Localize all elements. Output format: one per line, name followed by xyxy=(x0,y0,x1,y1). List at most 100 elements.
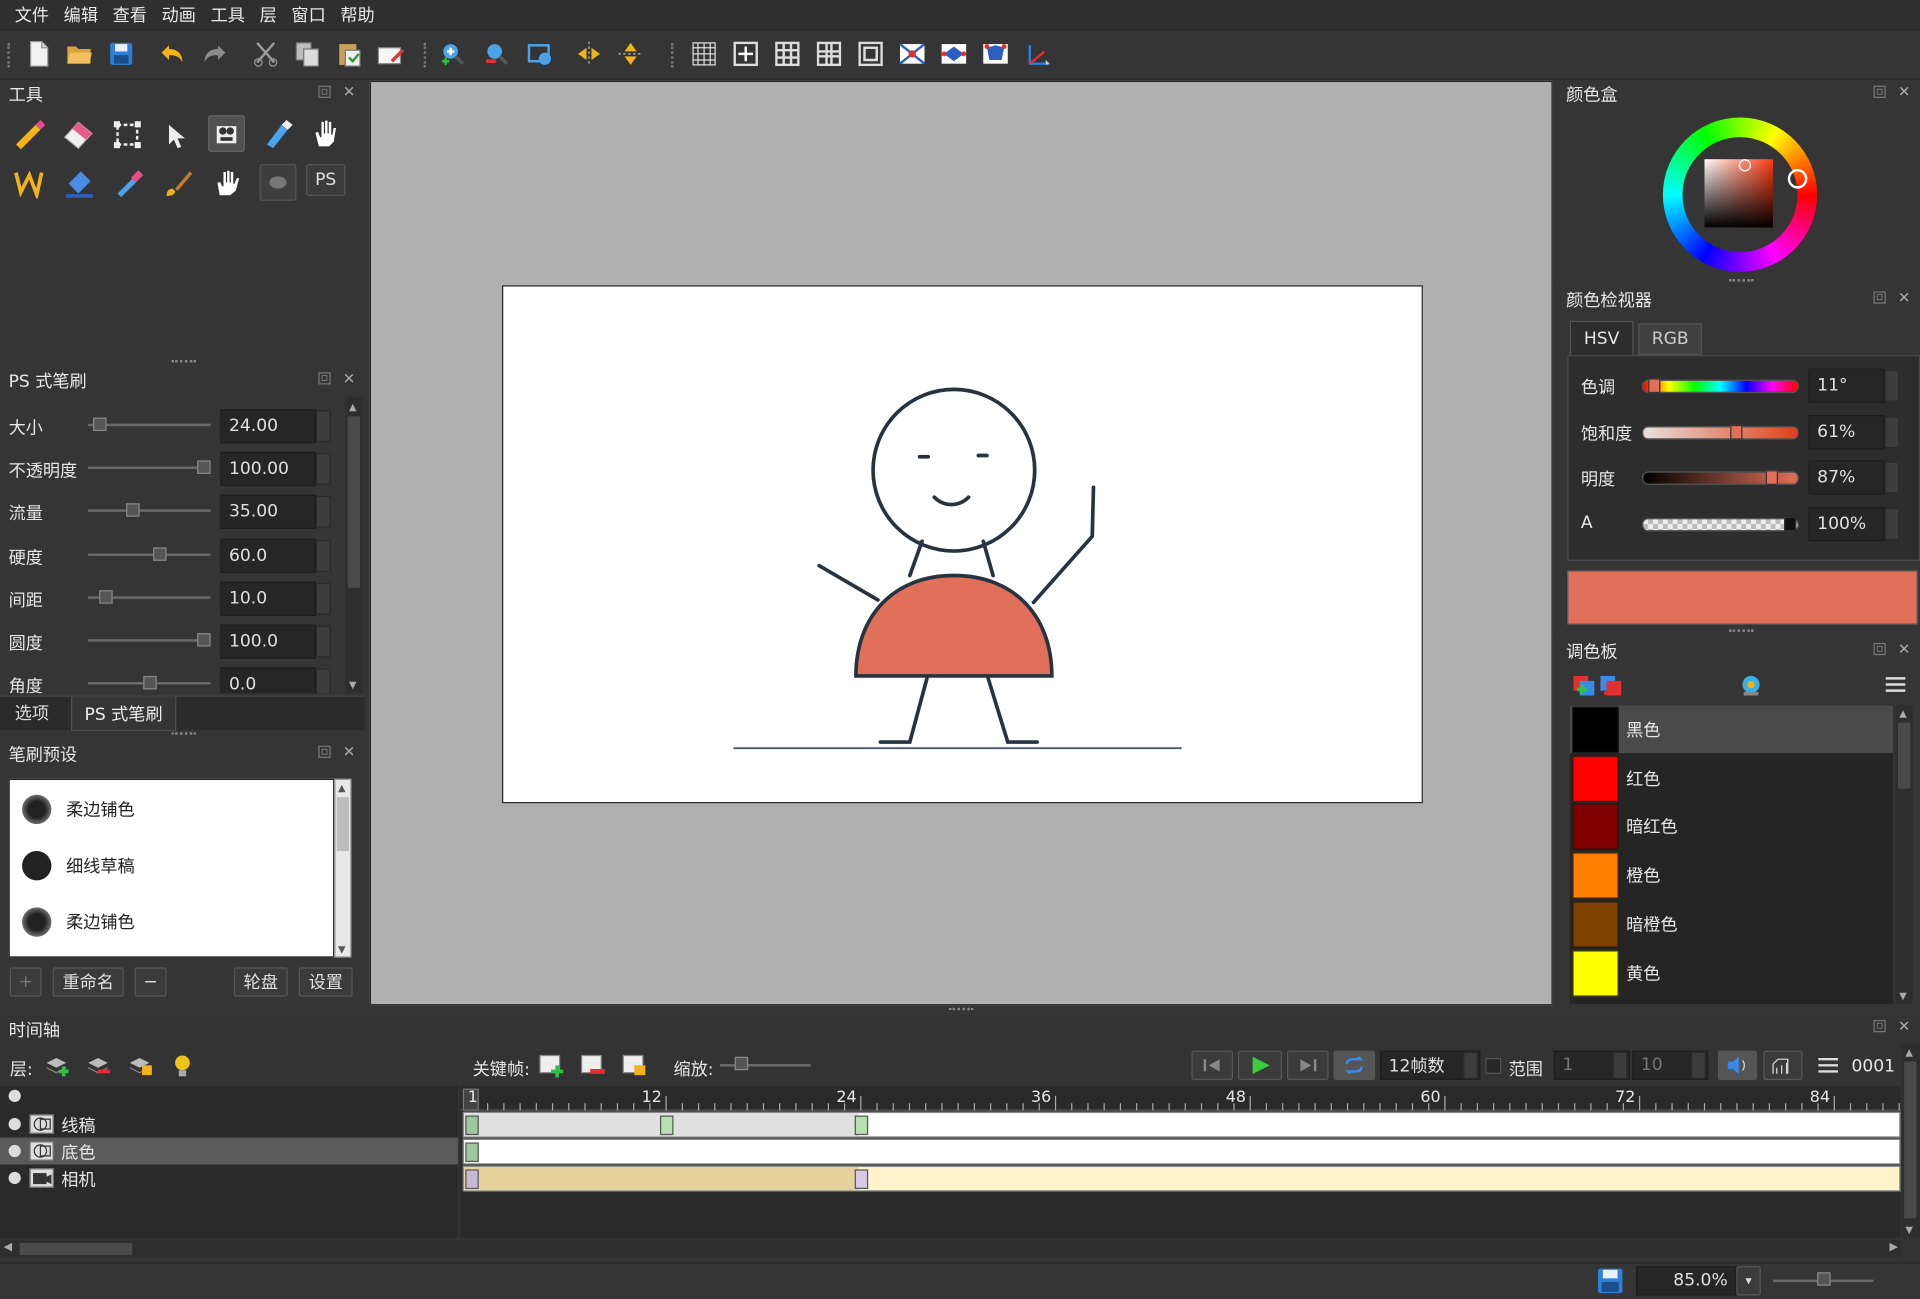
hue-wheel[interactable] xyxy=(1662,117,1818,272)
brush-param-knob[interactable] xyxy=(99,589,113,604)
move-tool-icon[interactable] xyxy=(164,122,188,154)
close-icon[interactable]: ✕ xyxy=(1898,642,1910,657)
swatch-item[interactable]: 暗橙色 xyxy=(1570,900,1893,948)
float-icon[interactable]: ▫ xyxy=(1873,85,1886,98)
layer-row-selected[interactable]: 底色 xyxy=(0,1137,458,1165)
swatch-item[interactable]: 黄色 xyxy=(1570,948,1893,997)
brush-param-knob[interactable] xyxy=(197,633,211,647)
menu-animation[interactable]: 动画 xyxy=(154,2,203,26)
hand-tool-icon[interactable] xyxy=(311,118,340,155)
menu-window[interactable]: 窗口 xyxy=(284,2,333,26)
hsv-spin-icon[interactable] xyxy=(1884,508,1900,541)
remove-preset-button[interactable]: − xyxy=(134,967,167,997)
timeline-zoom-knob[interactable] xyxy=(734,1056,749,1071)
panel-resize-handle[interactable] xyxy=(171,360,196,365)
add-preset-button[interactable]: + xyxy=(9,967,42,997)
visibility-icon[interactable] xyxy=(8,1171,21,1185)
brush-param-input[interactable]: 60.0 xyxy=(220,538,316,573)
perspective-two-point-icon[interactable] xyxy=(938,38,970,70)
toolbar-grip[interactable] xyxy=(7,42,12,68)
polyline-tool-icon[interactable] xyxy=(12,167,44,204)
float-icon[interactable]: ▫ xyxy=(318,372,331,385)
brush-param-knob[interactable] xyxy=(126,503,140,518)
play-button[interactable] xyxy=(1237,1050,1283,1081)
brush-param-knob[interactable] xyxy=(93,417,108,432)
hsv-spin-icon[interactable] xyxy=(1884,369,1900,402)
thirds-guide-icon[interactable] xyxy=(771,38,803,70)
preset-item[interactable]: 柔边铺色 xyxy=(22,794,135,825)
brush-param-input[interactable]: 24.00 xyxy=(220,408,316,444)
menu-edit[interactable]: 编辑 xyxy=(56,2,105,26)
fit-view-icon[interactable] xyxy=(524,38,556,70)
select-tool-icon[interactable] xyxy=(113,120,142,154)
safe-area-icon[interactable] xyxy=(855,38,887,70)
timeline-zoom-slider[interactable] xyxy=(720,1064,811,1067)
wheel-button[interactable]: 轮盘 xyxy=(233,967,288,997)
swatch-item[interactable]: 红色 xyxy=(1570,754,1893,802)
keyframe[interactable] xyxy=(465,1142,479,1163)
menu-view[interactable]: 查看 xyxy=(105,2,154,26)
brush-param-slider[interactable] xyxy=(88,639,211,642)
visibility-icon[interactable] xyxy=(8,1144,21,1158)
hsv-slider[interactable] xyxy=(1642,379,1799,394)
eraser-tool-icon[interactable] xyxy=(61,118,95,155)
close-icon[interactable]: ✕ xyxy=(1898,290,1910,305)
grid-icon[interactable] xyxy=(688,38,720,70)
brush-param-input[interactable]: 100.0 xyxy=(220,624,316,659)
dock-resize-handle[interactable] xyxy=(948,1007,974,1013)
brush-param-input[interactable]: 0.0 xyxy=(220,667,316,694)
duplicate-keyframe-icon[interactable] xyxy=(622,1053,649,1082)
golden-guide-icon[interactable] xyxy=(813,38,845,70)
zoom-out-icon[interactable] xyxy=(480,38,512,70)
add-color-icon[interactable] xyxy=(1572,675,1596,702)
keyframe[interactable] xyxy=(465,1115,479,1136)
redo-icon[interactable] xyxy=(198,38,230,70)
drawing-canvas[interactable] xyxy=(502,285,1423,804)
copy-icon[interactable] xyxy=(291,38,323,70)
flip-horizontal-icon[interactable] xyxy=(573,38,605,70)
menu-tools[interactable]: 工具 xyxy=(203,2,252,26)
tab-rgb[interactable]: RGB xyxy=(1638,323,1703,356)
remove-color-icon[interactable] xyxy=(1599,675,1623,702)
panel-resize-handle[interactable] xyxy=(171,732,196,737)
range-checkbox[interactable] xyxy=(1485,1057,1502,1074)
toolbar-grip[interactable] xyxy=(423,42,429,68)
layer-row[interactable]: 线稿 xyxy=(0,1111,458,1138)
perspective-three-point-icon[interactable] xyxy=(980,38,1012,70)
add-keyframe-icon[interactable] xyxy=(539,1053,566,1082)
hsv-slider-knob[interactable] xyxy=(1765,470,1779,486)
close-icon[interactable]: ✕ xyxy=(343,84,355,99)
brush-param-input[interactable]: 35.00 xyxy=(220,495,316,530)
float-icon[interactable]: ▫ xyxy=(1873,642,1886,656)
keyframe[interactable] xyxy=(854,1169,869,1189)
color-picker-wheel-icon[interactable] xyxy=(1739,675,1763,702)
track-basecolor[interactable] xyxy=(462,1138,1901,1165)
swatch-item[interactable]: 黑色 xyxy=(1569,705,1894,754)
hsv-input[interactable]: 11° xyxy=(1808,368,1885,403)
palette-scrollbar[interactable]: ▲ ▼ xyxy=(1895,705,1913,1005)
tab-ps-brush[interactable]: PS 式笔刷 xyxy=(71,696,177,732)
hsv-slider-knob[interactable] xyxy=(1648,378,1661,394)
hsv-slider-knob[interactable] xyxy=(1784,516,1797,532)
range-start-spin-icon[interactable] xyxy=(1612,1051,1628,1079)
hsv-input[interactable]: 87% xyxy=(1808,460,1885,496)
ps-brush-button[interactable]: PS xyxy=(306,164,346,196)
perspective-one-point-icon[interactable] xyxy=(896,38,928,70)
timeline-settings-icon[interactable] xyxy=(1817,1057,1839,1079)
brush-param-spin-icon[interactable] xyxy=(315,453,331,486)
sound-button[interactable] xyxy=(1717,1050,1758,1081)
brush-param-slider[interactable] xyxy=(88,552,211,556)
float-icon[interactable]: ▫ xyxy=(1873,291,1886,304)
toolbar-grip[interactable] xyxy=(671,42,676,68)
float-icon[interactable]: ▫ xyxy=(318,745,331,758)
layer-row[interactable]: 相机 xyxy=(0,1164,458,1191)
range-end-spin-icon[interactable] xyxy=(1691,1051,1706,1079)
hsv-spin-icon[interactable] xyxy=(1884,462,1900,494)
keyframe[interactable] xyxy=(854,1115,869,1136)
onion-skin-bulb-icon[interactable] xyxy=(171,1053,193,1082)
hsv-input[interactable]: 61% xyxy=(1808,414,1885,450)
close-icon[interactable]: ✕ xyxy=(1898,1019,1910,1034)
panel-resize-handle[interactable] xyxy=(1728,279,1754,284)
smudge-tool-icon[interactable] xyxy=(213,167,242,204)
panel-resize-handle[interactable] xyxy=(1728,629,1754,634)
